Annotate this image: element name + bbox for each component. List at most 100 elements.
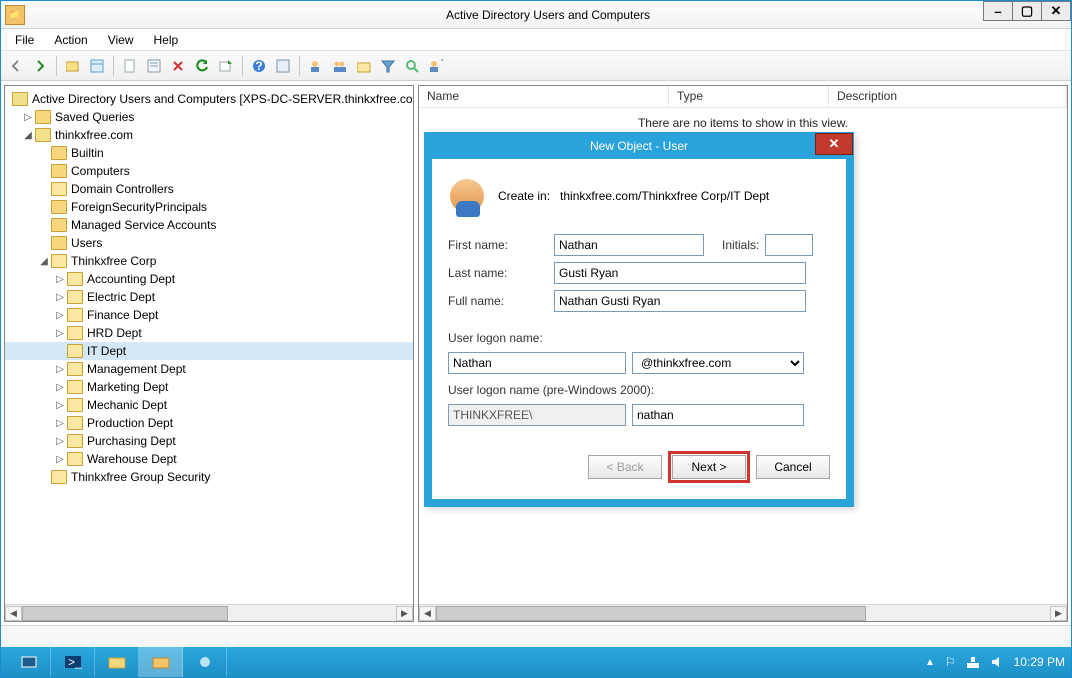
tree-dept-elec[interactable]: Electric Dept <box>87 290 155 304</box>
tree-dept-hrd[interactable]: HRD Dept <box>87 326 142 340</box>
task-powershell[interactable]: >_ <box>51 647 95 677</box>
expander-icon[interactable]: ▷ <box>53 274 67 285</box>
add-to-group-icon[interactable]: ★ <box>425 55 447 77</box>
tree-msa[interactable]: Managed Service Accounts <box>71 218 216 232</box>
expander-icon[interactable]: ▷ <box>53 382 67 393</box>
refresh-icon[interactable] <box>191 55 213 77</box>
delete-icon[interactable] <box>167 55 189 77</box>
flag-icon[interactable]: ⚐ <box>945 655 956 669</box>
window-title: Active Directory Users and Computers <box>25 8 1071 22</box>
dialog-close-button[interactable]: ✕ <box>815 133 853 155</box>
expander-icon[interactable]: ▷ <box>53 436 67 447</box>
tree-body[interactable]: ▸Active Directory Users and Computers [X… <box>5 86 413 604</box>
tree-root[interactable]: Active Directory Users and Computers [XP… <box>32 92 413 106</box>
expander-icon[interactable]: ▷ <box>53 328 67 339</box>
minimize-button[interactable]: – <box>983 1 1013 21</box>
scroll-left-icon[interactable]: ◀ <box>5 606 22 621</box>
menu-file[interactable]: File <box>5 31 44 49</box>
properties-list-icon[interactable] <box>143 55 165 77</box>
task-misc[interactable] <box>183 647 227 677</box>
full-name-input[interactable] <box>554 290 806 312</box>
dialog-title-bar[interactable]: New Object - User ✕ <box>425 133 853 159</box>
expander-icon[interactable]: ▷ <box>53 454 67 465</box>
menu-action[interactable]: Action <box>44 31 97 49</box>
close-button[interactable]: ✕ <box>1041 1 1071 21</box>
last-name-input[interactable] <box>554 262 806 284</box>
tree-computers[interactable]: Computers <box>71 164 130 178</box>
first-name-input[interactable] <box>554 234 704 256</box>
tree-dept-fin[interactable]: Finance Dept <box>87 308 158 322</box>
next-button[interactable]: Next > <box>672 455 746 479</box>
col-name[interactable]: Name <box>419 86 669 107</box>
tree-saved-queries[interactable]: Saved Queries <box>55 110 134 124</box>
folder-icon <box>67 308 83 322</box>
search-icon[interactable] <box>401 55 423 77</box>
task-explorer[interactable] <box>95 647 139 677</box>
maximize-button[interactable]: ▢ <box>1012 1 1042 21</box>
folder-icon <box>67 290 83 304</box>
export-icon[interactable] <box>215 55 237 77</box>
tree-dept-prod[interactable]: Production Dept <box>87 416 173 430</box>
network-icon[interactable] <box>966 655 980 669</box>
tree-scrollbar-h[interactable]: ◀ ▶ <box>5 604 413 621</box>
new-ou-icon[interactable] <box>353 55 375 77</box>
tree-dept-mgmt[interactable]: Management Dept <box>87 362 186 376</box>
app-icon: 📁 <box>5 5 25 25</box>
nt-user-input[interactable] <box>632 404 804 426</box>
tree-dept-mech[interactable]: Mechanic Dept <box>87 398 167 412</box>
menu-help[interactable]: Help <box>144 31 189 49</box>
help-icon[interactable]: ? <box>248 55 270 77</box>
sound-icon[interactable] <box>990 655 1004 669</box>
back-icon[interactable] <box>5 55 27 77</box>
tree-dept-it[interactable]: IT Dept <box>87 344 126 358</box>
tree-builtin[interactable]: Builtin <box>71 146 104 160</box>
menu-view[interactable]: View <box>98 31 144 49</box>
scroll-right-icon[interactable]: ▶ <box>396 606 413 621</box>
tree-corp[interactable]: Thinkxfree Corp <box>71 254 156 268</box>
initials-input[interactable] <box>765 234 813 256</box>
forward-icon[interactable] <box>29 55 51 77</box>
logon-name-input[interactable] <box>448 352 626 374</box>
new-user-icon[interactable] <box>305 55 327 77</box>
expander-icon[interactable]: ▷ <box>53 310 67 321</box>
logon-2000-label: User logon name (pre-Windows 2000): <box>448 377 830 401</box>
tree-group-security[interactable]: Thinkxfree Group Security <box>71 470 210 484</box>
tree-dept-acct[interactable]: Accounting Dept <box>87 272 175 286</box>
expander-icon[interactable]: ▷ <box>53 400 67 411</box>
new-group-icon[interactable] <box>329 55 351 77</box>
task-server-manager[interactable] <box>7 647 51 677</box>
tray-up-icon[interactable]: ▲ <box>925 657 935 668</box>
tree-users[interactable]: Users <box>71 236 102 250</box>
tree-dept-mkt[interactable]: Marketing Dept <box>87 380 168 394</box>
cancel-button[interactable]: Cancel <box>756 455 830 479</box>
list-scrollbar-h[interactable]: ◀ ▶ <box>419 604 1067 621</box>
tree-dept-wh[interactable]: Warehouse Dept <box>87 452 177 466</box>
cut-icon[interactable] <box>119 55 141 77</box>
tree-domain-controllers[interactable]: Domain Controllers <box>71 182 174 196</box>
tree-panel: ▸Active Directory Users and Computers [X… <box>4 85 414 622</box>
filter-icon[interactable] <box>377 55 399 77</box>
folder-icon <box>51 254 67 268</box>
scroll-left-icon[interactable]: ◀ <box>419 606 436 621</box>
tree-fsp[interactable]: ForeignSecurityPrincipals <box>71 200 207 214</box>
expander-icon[interactable]: ▷ <box>53 364 67 375</box>
tree-dept-purch[interactable]: Purchasing Dept <box>87 434 176 448</box>
expander-icon[interactable]: ◢ <box>21 130 35 141</box>
expander-icon[interactable]: ▷ <box>21 112 35 123</box>
col-type[interactable]: Type <box>669 86 829 107</box>
tree-domain[interactable]: thinkxfree.com <box>55 128 133 142</box>
task-aduc[interactable] <box>139 647 183 677</box>
expander-icon[interactable]: ◢ <box>37 256 51 267</box>
find-icon[interactable] <box>272 55 294 77</box>
show-hide-icon[interactable] <box>86 55 108 77</box>
logon-domain-select[interactable]: @thinkxfree.com <box>632 352 804 374</box>
folder-icon <box>51 200 67 214</box>
scroll-right-icon[interactable]: ▶ <box>1050 606 1067 621</box>
clock[interactable]: 10:29 PM <box>1014 655 1065 669</box>
expander-icon[interactable]: ▷ <box>53 418 67 429</box>
expander-icon[interactable]: ▷ <box>53 292 67 303</box>
col-desc[interactable]: Description <box>829 86 1067 107</box>
new-container-icon[interactable] <box>62 55 84 77</box>
back-button[interactable]: < Back <box>588 455 662 479</box>
folder-icon <box>51 146 67 160</box>
